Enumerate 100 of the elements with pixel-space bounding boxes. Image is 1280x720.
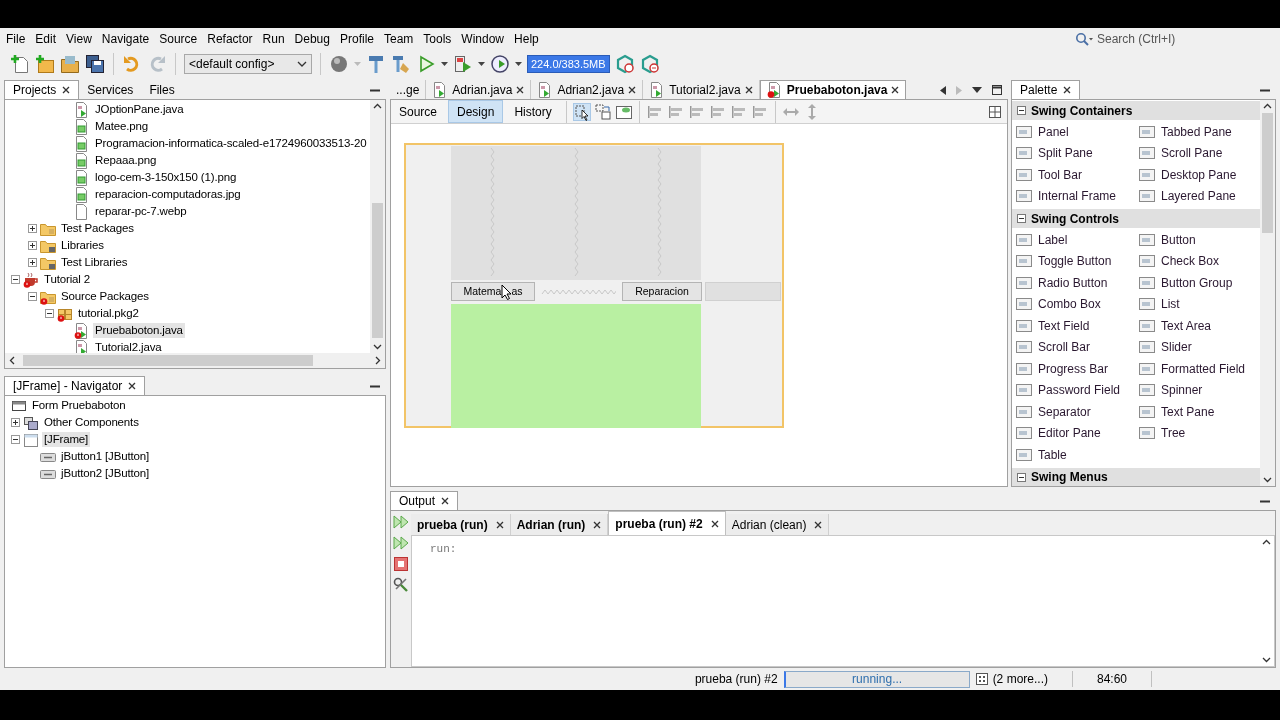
component-entry[interactable]: Combo Box [1016,293,1139,315]
connection-mode-icon[interactable] [593,102,612,121]
memory-indicator[interactable]: 224.0/383.5MB [527,55,610,73]
close-icon[interactable] [593,520,602,529]
component-entry[interactable]: Table [1016,444,1139,466]
tree-node[interactable]: Matee.png [93,119,150,134]
minimize-icon[interactable] [1260,89,1270,92]
close-icon[interactable] [128,382,137,390]
scrollbar-track[interactable] [5,353,385,368]
component-entry[interactable]: Radio Button [1016,272,1139,294]
component-entry[interactable]: Slider [1139,336,1260,358]
component-entry[interactable]: Tool Bar [1016,164,1139,186]
caret-icon[interactable] [478,62,485,66]
close-icon[interactable] [710,519,719,528]
tree-node[interactable]: Test Libraries [59,255,130,270]
form-button[interactable]: Matema as [451,282,535,301]
minus-box-icon[interactable] [1017,472,1026,482]
tree-node[interactable]: Repaaa.png [93,153,159,168]
layout-grid-icon[interactable] [989,105,1001,118]
tree-node[interactable]: Other Components [42,415,141,430]
new-file-icon[interactable] [10,54,30,74]
window-tab[interactable]: Output [390,491,459,510]
chevron-down-icon[interactable] [373,344,382,351]
tree-node[interactable]: JOptionPane.java [93,102,186,117]
debug-icon[interactable] [453,54,473,74]
chevron-down-icon[interactable] [297,61,307,67]
minus-box-icon[interactable] [45,309,54,318]
tree-node[interactable]: Form Pruebaboton [30,398,128,413]
save-all-icon[interactable] [85,54,105,74]
menu-item[interactable]: Tools [418,30,457,48]
close-icon[interactable] [495,520,504,529]
component-entry[interactable]: Text Field [1016,315,1139,337]
selection-mode-icon[interactable] [572,102,591,121]
form-button[interactable]: Reparacion [622,282,702,301]
tree-node[interactable]: Tutorial2.java [93,340,164,354]
triangle-left-icon[interactable] [940,85,946,95]
plus-box-icon[interactable] [28,224,37,233]
component-entry[interactable]: Check Box [1139,250,1260,272]
tree-node[interactable]: jButton1 [JButton] [59,449,152,464]
component-entry[interactable]: Panel [1016,121,1139,143]
scrollbar-thumb[interactable] [1262,113,1273,233]
chevron-up-icon[interactable] [1262,539,1271,545]
tree-node[interactable]: reparacion-computadoras.jpg [93,187,243,202]
console-tab[interactable]: Adrian (clean) [725,514,830,535]
close-icon[interactable] [891,86,900,94]
menu-item[interactable]: Refactor [202,30,258,48]
scrollbar-track[interactable] [1259,536,1274,666]
menu-item[interactable]: Run [257,30,290,48]
view-tab[interactable]: History [506,100,560,123]
tree-node[interactable]: Tutorial 2 [42,272,92,287]
palette-category[interactable]: Swing Menus [1012,467,1260,486]
component-entry[interactable]: Password Field [1016,379,1139,401]
close-icon[interactable] [628,85,637,94]
component-entry[interactable]: Button Group [1139,272,1260,294]
component-entry[interactable]: Editor Pane [1016,422,1139,444]
menu-item[interactable]: Window [456,30,510,48]
console-tab[interactable]: prueba (run) [411,514,511,535]
component-entry[interactable]: Internal Frame [1016,185,1139,207]
window-tab[interactable]: Files [141,80,183,99]
hammer-icon[interactable] [366,54,386,74]
palette-category[interactable]: Swing Controls [1012,209,1260,228]
component-entry[interactable]: Text Pane [1139,401,1260,423]
timer-icon[interactable] [490,54,510,74]
garbage-collect-icon[interactable] [639,54,660,74]
component-entry[interactable]: Desktop Pane [1139,164,1260,186]
tree-node[interactable]: Test Packages [59,221,136,236]
new-project-icon[interactable] [35,54,55,74]
search-icon[interactable] [1075,32,1093,46]
menu-item[interactable]: Source [154,30,203,48]
tree-node[interactable]: tutorial.pkg2 [76,306,141,321]
chevron-down-icon[interactable] [1263,477,1272,483]
caret-icon[interactable] [441,62,448,66]
component-entry[interactable]: Layered Pane [1139,185,1260,207]
minimize-icon[interactable] [370,385,380,388]
component-entry[interactable]: Scroll Pane [1139,142,1260,164]
close-icon[interactable] [441,497,450,505]
close-icon[interactable] [1063,86,1072,94]
close-icon[interactable] [814,520,823,529]
menu-item[interactable]: Team [379,30,419,48]
window-tab[interactable]: Palette [1011,80,1081,99]
window-tab[interactable]: [JFrame] - Navigator [4,376,146,395]
component-entry[interactable]: Toggle Button [1016,250,1139,272]
garbage-collect-icon[interactable] [614,54,635,74]
tree-node[interactable]: jButton2 [JButton] [59,466,152,481]
console-tab[interactable]: prueba (run) #2 [608,511,726,535]
close-icon[interactable] [516,85,525,94]
chevron-up-icon[interactable] [373,103,382,109]
search-field[interactable]: Search (Ctrl+I) [1097,30,1267,48]
component-entry[interactable]: Scroll Bar [1016,336,1139,358]
tree-node[interactable]: Libraries [59,238,106,253]
open-folder-icon[interactable] [60,54,80,74]
minus-box-icon[interactable] [1017,106,1026,115]
component-entry[interactable]: Tree [1139,422,1260,444]
plus-box-icon[interactable] [11,418,20,427]
menu-item[interactable]: View [61,30,97,48]
component-entry[interactable]: Progress Bar [1016,358,1139,380]
chevron-left-icon[interactable] [9,356,15,366]
component-entry[interactable]: Split Pane [1016,142,1139,164]
component-entry[interactable]: Tabbed Pane [1139,121,1260,143]
component-entry[interactable]: Formatted Field [1139,358,1260,380]
